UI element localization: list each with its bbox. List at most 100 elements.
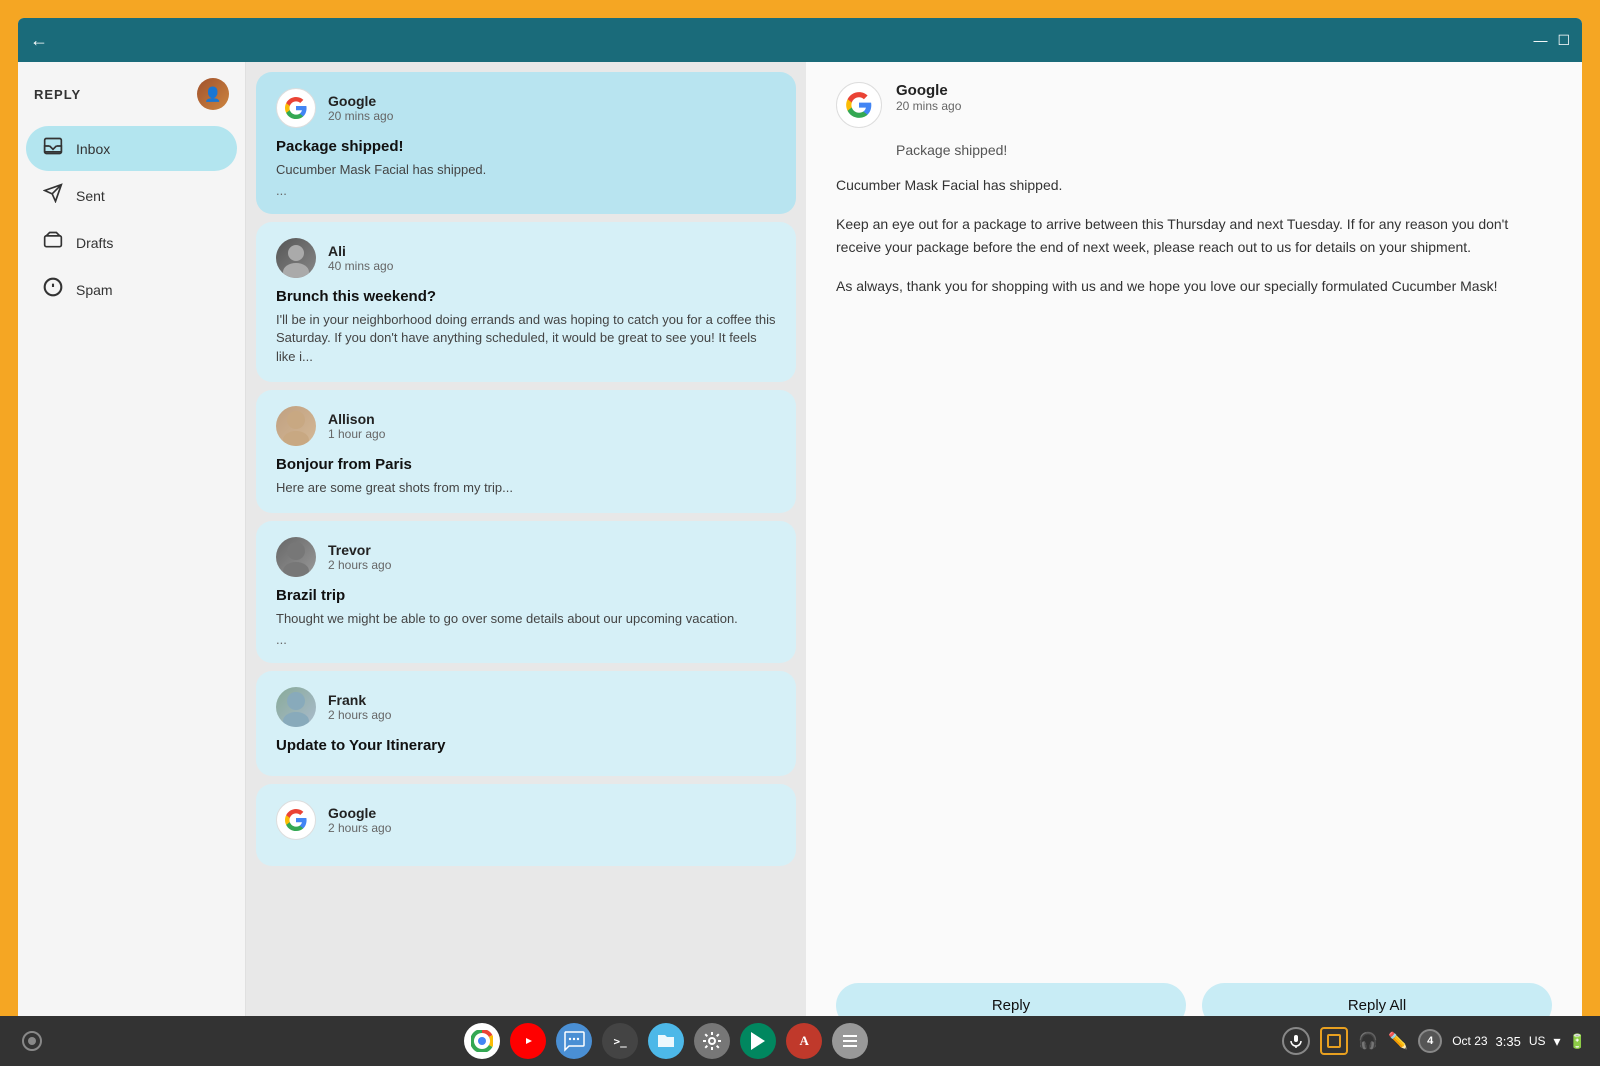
email-header-6: Google 2 hours ago	[276, 800, 776, 840]
email-header-2: Ali 40 mins ago	[276, 238, 776, 278]
detail-time: 20 mins ago	[896, 99, 961, 113]
tray-square-icon[interactable]	[1320, 1027, 1348, 1055]
email-sender-2: Ali	[328, 243, 393, 259]
sidebar-item-sent-label: Sent	[76, 188, 105, 204]
email-meta-3: Allison 1 hour ago	[328, 411, 385, 441]
taskbar-right: 🎧 ✏️ 4 Oct 23 3:35 US ▾ 🔋	[1282, 1027, 1586, 1055]
sidebar-nav: Inbox Sent	[18, 122, 245, 316]
detail-avatar	[836, 82, 882, 128]
detail-body-para1: Keep an eye out for a package to arrive …	[836, 213, 1552, 259]
sidebar-title: REPLY	[34, 87, 81, 102]
detail-body-para2: As always, thank you for shopping with u…	[836, 275, 1552, 298]
email-subject-5: Update to Your Itinerary	[276, 737, 776, 754]
detail-sender: Google	[896, 82, 961, 99]
app-window: ← — ☐ REPLY 👤	[18, 18, 1582, 1048]
detail-header: Google 20 mins ago	[836, 82, 1552, 128]
tray-headphone-icon[interactable]: 🎧	[1358, 1031, 1378, 1051]
sidebar-item-inbox[interactable]: Inbox	[26, 126, 237, 171]
email-avatar-3	[276, 406, 316, 446]
email-preview-3: Here are some great shots from my trip..…	[276, 479, 776, 497]
email-subject-2: Brunch this weekend?	[276, 288, 776, 305]
app-body: REPLY 👤 Inbox	[18, 62, 1582, 1048]
tray-pen-icon[interactable]: ✏️	[1388, 1031, 1408, 1051]
chat-icon[interactable]	[556, 1023, 592, 1059]
play-store-icon[interactable]	[740, 1023, 776, 1059]
email-time-6: 2 hours ago	[328, 821, 391, 835]
email-time-3: 1 hour ago	[328, 427, 385, 441]
email-meta-1: Google 20 mins ago	[328, 93, 393, 123]
drafts-icon	[42, 230, 64, 255]
sidebar-item-sent[interactable]: Sent	[26, 173, 237, 218]
email-meta-4: Trevor 2 hours ago	[328, 542, 391, 572]
sidebar-item-spam-label: Spam	[76, 282, 113, 298]
avatar[interactable]: 👤	[197, 78, 229, 110]
detail-subject: Package shipped!	[836, 142, 1552, 158]
email-card-4[interactable]: Trevor 2 hours ago Brazil trip Thought w…	[256, 521, 796, 663]
email-time-4: 2 hours ago	[328, 558, 391, 572]
email-card-3[interactable]: Allison 1 hour ago Bonjour from Paris He…	[256, 390, 796, 513]
back-button[interactable]: ←	[30, 30, 48, 51]
email-card-1[interactable]: Google 20 mins ago Package shipped! Cucu…	[256, 72, 796, 214]
email-detail: Google 20 mins ago Package shipped! Cucu…	[806, 62, 1582, 1048]
locale-display: US	[1529, 1034, 1546, 1048]
chrome-icon[interactable]	[464, 1023, 500, 1059]
tray-mic-icon[interactable]	[1282, 1027, 1310, 1055]
minimize-button[interactable]: —	[1533, 32, 1547, 48]
email-preview-1: Cucumber Mask Facial has shipped.	[276, 161, 776, 179]
launcher-icon[interactable]	[14, 1023, 50, 1059]
email-avatar-5	[276, 687, 316, 727]
titlebar-left: ←	[30, 30, 48, 51]
battery-icon: 🔋	[1569, 1033, 1586, 1050]
email-card-2[interactable]: Ali 40 mins ago Brunch this weekend? I'l…	[256, 222, 796, 382]
more-apps-icon[interactable]	[832, 1023, 868, 1059]
email-sender-4: Trevor	[328, 542, 391, 558]
date-display: Oct 23	[1452, 1034, 1487, 1048]
email-time-1: 20 mins ago	[328, 109, 393, 123]
email-card-5[interactable]: Frank 2 hours ago Update to Your Itinera…	[256, 671, 796, 776]
detail-body-line1: Cucumber Mask Facial has shipped.	[836, 174, 1552, 197]
sidebar: REPLY 👤 Inbox	[18, 62, 246, 1048]
sidebar-item-spam[interactable]: Spam	[26, 267, 237, 312]
detail-meta: Google 20 mins ago	[896, 82, 961, 113]
taskbar-center: >_ A	[464, 1023, 868, 1059]
email-header-1: Google 20 mins ago	[276, 88, 776, 128]
email-preview-2: I'll be in your neighborhood doing erran…	[276, 311, 776, 366]
email-preview-4: Thought we might be able to go over some…	[276, 610, 776, 628]
email-sender-1: Google	[328, 93, 393, 109]
sidebar-item-drafts-label: Drafts	[76, 235, 113, 251]
spam-icon	[42, 277, 64, 302]
system-tray[interactable]: Oct 23 3:35 US ▾ 🔋	[1452, 1033, 1586, 1050]
email-meta-5: Frank 2 hours ago	[328, 692, 391, 722]
email-time-5: 2 hours ago	[328, 708, 391, 722]
titlebar-right: — ☐	[1533, 32, 1570, 49]
terminal-icon[interactable]: >_	[602, 1023, 638, 1059]
settings-icon[interactable]	[694, 1023, 730, 1059]
email-subject-3: Bonjour from Paris	[276, 456, 776, 473]
maximize-button[interactable]: ☐	[1557, 32, 1570, 49]
email-sender-6: Google	[328, 805, 391, 821]
taskbar-left	[14, 1023, 50, 1059]
email-subject-4: Brazil trip	[276, 587, 776, 604]
email-sender-3: Allison	[328, 411, 385, 427]
email-avatar-2	[276, 238, 316, 278]
email-header-5: Frank 2 hours ago	[276, 687, 776, 727]
sidebar-item-drafts[interactable]: Drafts	[26, 220, 237, 265]
email-card-6[interactable]: Google 2 hours ago	[256, 784, 796, 866]
email-time-2: 40 mins ago	[328, 259, 393, 273]
tray-circle-4[interactable]: 4	[1418, 1029, 1442, 1053]
sidebar-item-inbox-label: Inbox	[76, 141, 110, 157]
detail-body: Cucumber Mask Facial has shipped. Keep a…	[836, 174, 1552, 963]
email-avatar-1	[276, 88, 316, 128]
taskbar: >_ A	[0, 1016, 1600, 1066]
files-icon[interactable]	[648, 1023, 684, 1059]
apps-icon[interactable]: A	[786, 1023, 822, 1059]
wifi-icon: ▾	[1554, 1033, 1561, 1050]
email-subject-1: Package shipped!	[276, 138, 776, 155]
youtube-icon[interactable]	[510, 1023, 546, 1059]
email-meta-6: Google 2 hours ago	[328, 805, 391, 835]
email-header-4: Trevor 2 hours ago	[276, 537, 776, 577]
email-sender-5: Frank	[328, 692, 391, 708]
email-header-3: Allison 1 hour ago	[276, 406, 776, 446]
email-ellipsis-1: ...	[276, 183, 776, 198]
email-avatar-6	[276, 800, 316, 840]
